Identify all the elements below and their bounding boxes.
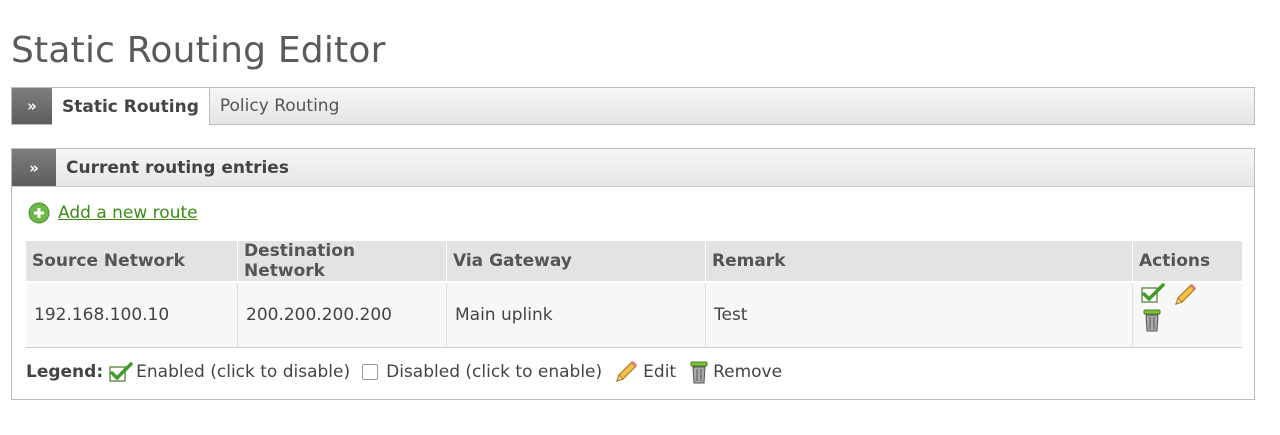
legend-remove-text: Remove — [713, 362, 783, 382]
cell-remark: Test — [705, 282, 1133, 348]
add-route-label[interactable]: Add a new route — [58, 203, 198, 223]
panel-header: » Current routing entries — [12, 149, 1254, 187]
legend-enabled: Enabled (click to disable) — [109, 362, 350, 382]
remove-trash-icon[interactable] — [1141, 307, 1163, 333]
legend-edit: Edit — [614, 360, 676, 384]
page-title: Static Routing Editor — [11, 30, 386, 71]
tab-policy-routing[interactable]: Policy Routing — [210, 88, 349, 124]
legend: Legend: Enabled (click to disable) Disab… — [26, 359, 794, 385]
edit-pencil-icon — [616, 360, 638, 382]
legend-disabled-text: Disabled (click to enable) — [386, 362, 603, 382]
add-plus-icon — [28, 202, 50, 224]
routing-entries-panel: » Current routing entries Add a new rout… — [11, 148, 1255, 400]
cell-actions — [1132, 282, 1242, 348]
tab-static-routing[interactable]: Static Routing — [52, 88, 210, 125]
enabled-check-icon[interactable] — [1141, 283, 1165, 303]
column-actions: Actions — [1132, 241, 1242, 283]
column-via-gateway: Via Gateway — [446, 241, 706, 283]
disabled-checkbox-icon — [362, 364, 379, 380]
table-header-row: Source Network Destination Network Via G… — [26, 241, 1242, 283]
legend-enabled-text: Enabled (click to disable) — [136, 362, 351, 382]
panel-title: Current routing entries — [66, 157, 289, 178]
routes-table: Source Network Destination Network Via G… — [26, 241, 1242, 348]
enabled-check-icon — [109, 362, 133, 382]
tab-bar-chevron-icon: » — [12, 88, 52, 124]
cell-via-gateway: Main uplink — [446, 282, 706, 348]
legend-label: Legend: — [26, 362, 104, 382]
tab-bar: » Static Routing Policy Routing — [11, 87, 1255, 125]
column-remark: Remark — [705, 241, 1133, 283]
cell-destination-network: 200.200.200.200 — [237, 282, 447, 348]
column-destination-network: Destination Network — [237, 241, 447, 283]
add-route-link[interactable]: Add a new route — [28, 202, 198, 224]
remove-trash-icon — [690, 361, 708, 384]
panel-chevron-icon: » — [12, 149, 56, 186]
cell-source-network: 192.168.100.10 — [26, 282, 238, 348]
legend-remove: Remove — [688, 359, 782, 385]
table-row: 192.168.100.10 200.200.200.200 Main upli… — [26, 282, 1242, 348]
edit-pencil-icon[interactable] — [1173, 283, 1199, 307]
column-source-network: Source Network — [26, 241, 238, 283]
legend-disabled: Disabled (click to enable) — [362, 362, 602, 382]
legend-edit-text: Edit — [643, 362, 677, 382]
